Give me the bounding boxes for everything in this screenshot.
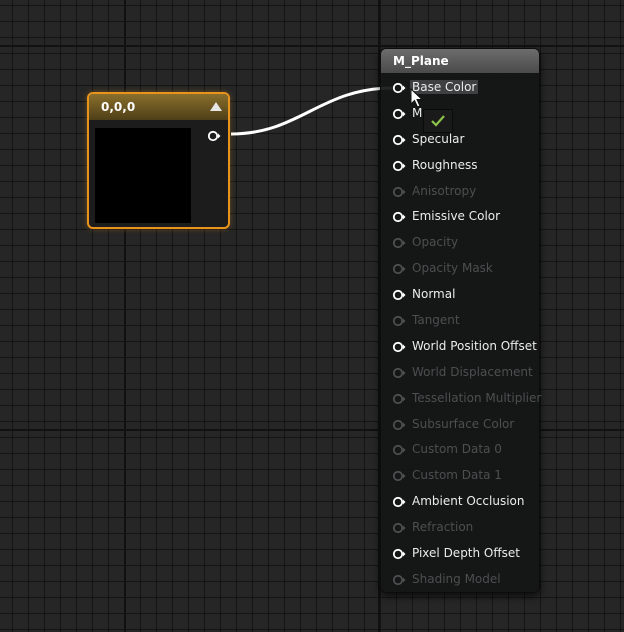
input-pin[interactable]: Anisotropy — [381, 179, 539, 205]
mouse-cursor-icon — [410, 88, 424, 108]
input-pin-icon[interactable] — [392, 367, 406, 379]
input-pin[interactable]: Base Color — [381, 75, 539, 101]
input-pin-icon[interactable] — [392, 211, 406, 223]
input-pin-icon[interactable] — [392, 574, 406, 586]
pin-label: Refraction — [412, 520, 474, 535]
input-pin-icon[interactable] — [392, 160, 406, 172]
pin-label: Tangent — [412, 313, 460, 328]
input-pin-icon[interactable] — [392, 496, 406, 508]
input-pin[interactable]: Custom Data 1 — [381, 463, 539, 489]
pin-label: Roughness — [412, 157, 478, 172]
constant-node-header[interactable]: 0,0,0 — [89, 94, 228, 120]
input-pin-icon[interactable] — [392, 134, 406, 146]
pin-label: World Position Offset — [412, 338, 537, 353]
pin-label: Subsurface Color — [412, 416, 515, 431]
input-pin[interactable]: Opacity — [381, 230, 539, 256]
input-pin-icon[interactable] — [392, 289, 406, 301]
input-pin[interactable]: World Displacement — [381, 360, 539, 386]
input-pin[interactable]: Roughness — [381, 153, 539, 179]
pin-label: Specular — [412, 131, 465, 146]
material-node-title: M_Plane — [393, 54, 449, 68]
input-pin[interactable]: Shading Model — [381, 567, 539, 593]
input-pin-icon[interactable] — [392, 263, 406, 275]
pin-label: Ambient Occlusion — [412, 494, 525, 509]
constant-vector-node[interactable]: 0,0,0 — [87, 92, 230, 229]
color-preview — [95, 128, 191, 223]
pin-label: Tessellation Multiplier — [412, 390, 542, 405]
input-pin-icon[interactable] — [392, 108, 406, 120]
pin-label: World Displacement — [412, 364, 533, 379]
input-pin-icon[interactable] — [392, 470, 406, 482]
input-pin[interactable]: Subsurface Color — [381, 412, 539, 438]
pin-label: Custom Data 0 — [412, 442, 502, 457]
input-pin-icon[interactable] — [392, 341, 406, 353]
pin-label: Opacity Mask — [412, 261, 493, 276]
pin-label: Normal — [412, 287, 456, 302]
input-pin-icon[interactable] — [392, 393, 406, 405]
input-pin-icon[interactable] — [392, 419, 406, 431]
input-pin-icon[interactable] — [392, 82, 406, 94]
input-pin[interactable]: Opacity Mask — [381, 256, 539, 282]
triangle-up-icon[interactable] — [210, 102, 222, 111]
input-pin[interactable]: Tessellation Multiplier — [381, 386, 542, 412]
input-pin-icon[interactable] — [392, 548, 406, 560]
input-pin-icon[interactable] — [392, 522, 406, 534]
input-pin[interactable]: Emissive Color — [381, 204, 539, 230]
input-pin[interactable]: Refraction — [381, 515, 539, 541]
pin-label: Anisotropy — [412, 183, 477, 198]
input-pin[interactable]: World Position Offset — [381, 334, 539, 360]
input-pin-icon[interactable] — [392, 186, 406, 198]
input-pin[interactable]: Specular — [381, 127, 539, 153]
input-pin[interactable]: Pixel Depth Offset — [381, 541, 539, 567]
input-pin[interactable]: Tangent — [381, 308, 539, 334]
input-pin-icon[interactable] — [392, 315, 406, 327]
pin-label: Custom Data 1 — [412, 468, 502, 483]
input-pin-icon[interactable] — [392, 444, 406, 456]
material-output-node[interactable]: M_Plane Base Color Me Specular Roughness Ani… — [380, 48, 542, 593]
input-pin[interactable]: Custom Data 0 — [381, 437, 539, 463]
input-pin[interactable]: Me — [381, 101, 539, 127]
input-pin-icon[interactable] — [392, 237, 406, 249]
pin-label: Pixel Depth Offset — [412, 546, 520, 561]
input-pin[interactable]: Normal — [381, 282, 539, 308]
input-pin[interactable]: Ambient Occlusion — [381, 489, 539, 515]
pin-label: Emissive Color — [412, 209, 501, 224]
constant-node-title: 0,0,0 — [101, 100, 136, 114]
output-pin-icon[interactable] — [207, 130, 221, 142]
checkmark-icon — [431, 115, 445, 127]
pin-label: Opacity — [412, 235, 459, 250]
material-node-header[interactable]: M_Plane — [381, 49, 539, 73]
input-pin-list: Base Color Me Specular Roughness Anisotropy E… — [381, 75, 542, 593]
pin-label: Shading Model — [412, 571, 501, 586]
connection-tooltip — [423, 109, 453, 133]
